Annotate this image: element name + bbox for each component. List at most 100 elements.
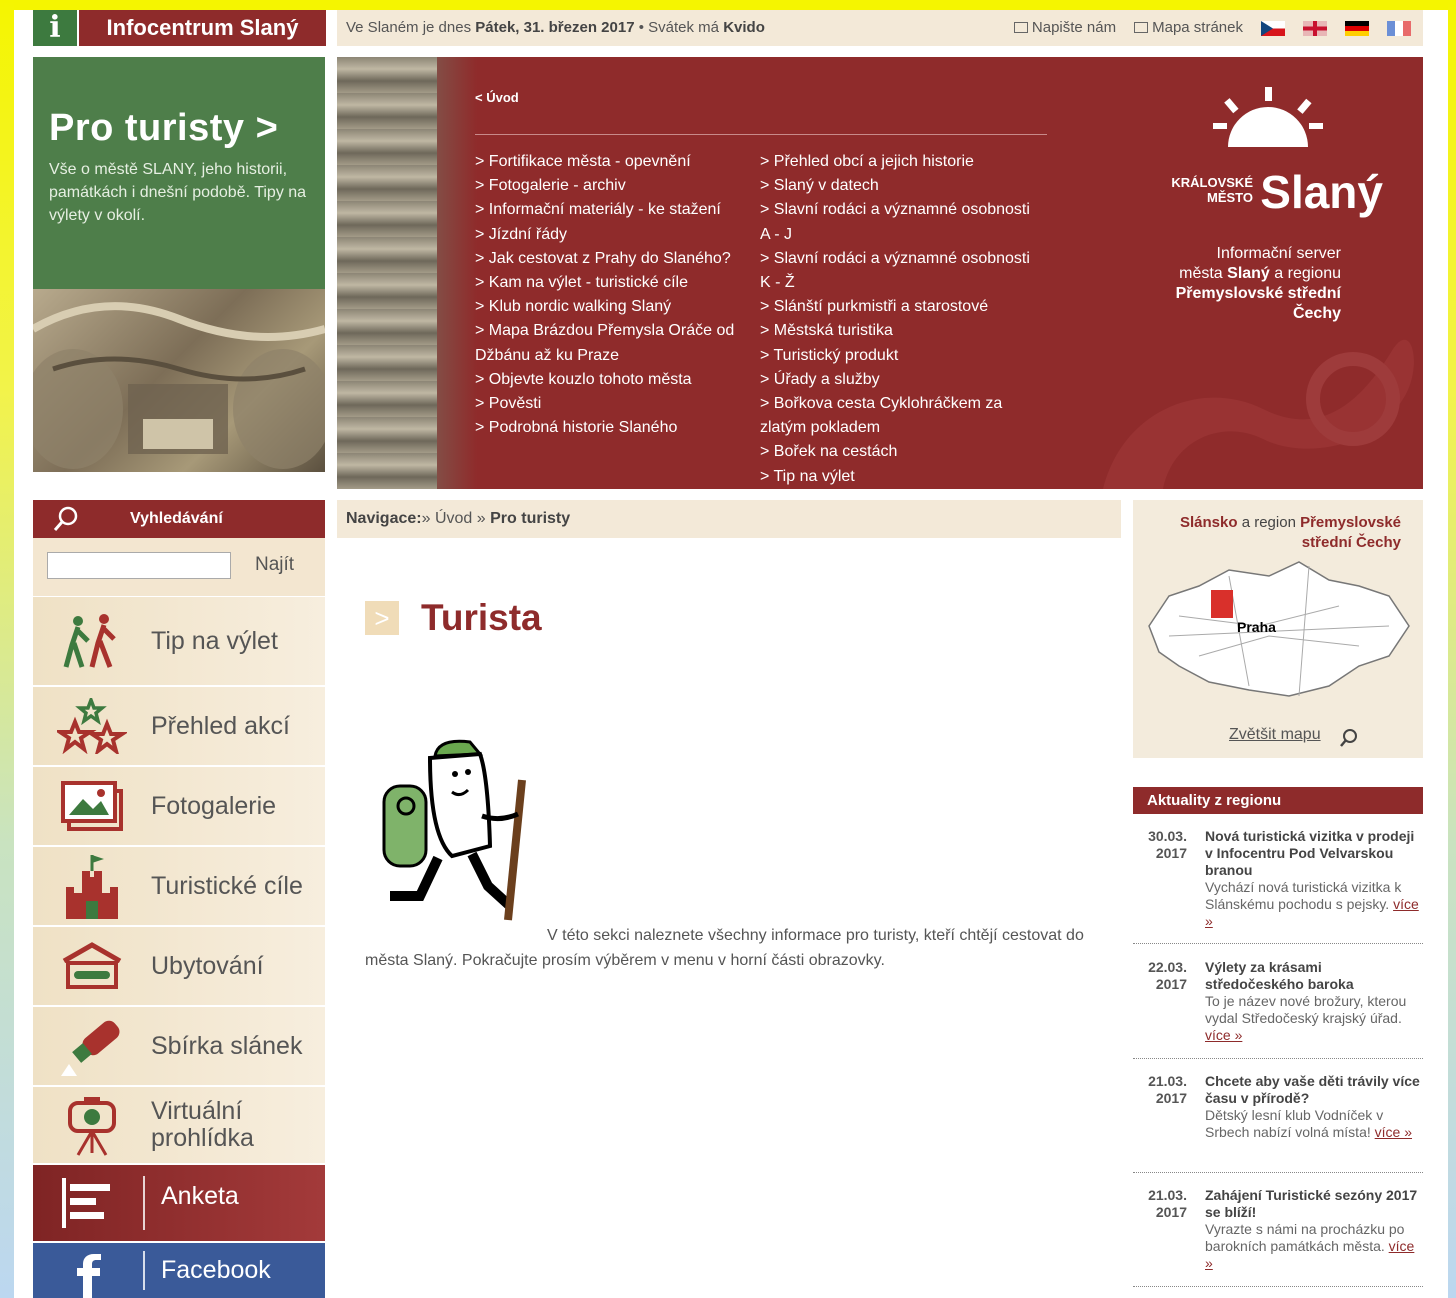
flag-de-icon[interactable] <box>1345 20 1369 36</box>
search-form: Najít <box>33 538 325 596</box>
camera-tripod-icon <box>33 1093 151 1157</box>
hero-menu-link[interactable]: > Fortifikace města - opevnění <box>475 150 760 174</box>
hero-menu-link[interactable]: > Objevte kouzlo tohoto města <box>475 368 760 392</box>
frame-top <box>0 0 1456 10</box>
info-logo-icon[interactable]: i <box>33 10 77 46</box>
side-item-label: Virtuální prohlídka <box>151 1097 254 1152</box>
flag-uk-icon[interactable] <box>1303 20 1327 36</box>
hero-menu-link[interactable]: > Bořek na cestách <box>760 440 1040 464</box>
promo-text: Vše o městě SLANY, jeho historii, památk… <box>49 161 307 224</box>
map-title: Slánsko a region Přemyslovské střední Če… <box>1180 514 1401 551</box>
photo-icon <box>33 781 151 831</box>
search-title: Vyhledávání <box>130 510 223 527</box>
hero-menu-link[interactable]: > Bořkova cesta Cyklohráčkem za zlatým p… <box>760 392 1040 440</box>
news-item: 21.03. 2017 Chcete aby vaše děti trávily… <box>1133 1073 1423 1173</box>
hero-menu-link[interactable]: > Slaný v datech <box>760 174 1040 198</box>
breadcrumb-prefix: Navigace: <box>346 510 422 527</box>
write-us-link[interactable]: Napište nám <box>1013 10 1117 46</box>
side-item-turisticke-cile[interactable]: Turistické cíle <box>33 847 325 927</box>
hero-menu-link[interactable]: > Informační materiály - ke stažení <box>475 198 760 222</box>
site-logo[interactable]: Infocentrum Slaný <box>79 10 326 46</box>
side-item-ubytovani[interactable]: Ubytování <box>33 927 325 1007</box>
hero-menu-left: > Fortifikace města - opevnění > Fotogale… <box>475 150 760 440</box>
stars-icon <box>33 698 151 754</box>
title-arrow-icon: > <box>365 601 399 635</box>
magnifier-icon[interactable] <box>1339 728 1359 748</box>
side-item-label: Facebook <box>161 1256 271 1284</box>
back-home-link[interactable]: < Úvod <box>475 90 519 105</box>
breadcrumb-sep: » <box>421 510 431 527</box>
hero-menu-link[interactable]: > Mapa Brázdou Přemysla Oráče od Džbánu … <box>475 319 760 367</box>
flag-cz-icon[interactable] <box>1261 20 1285 36</box>
flag-fr-icon[interactable] <box>1387 20 1411 36</box>
nameday-prefix: Svátek má <box>648 19 720 36</box>
side-item-fotogalerie[interactable]: Fotogalerie <box>33 767 325 847</box>
date-prefix: Ve Slaném je dnes <box>346 19 472 36</box>
news-item: 21.03. 2017 Zahájení Turistické sezóny 2… <box>1133 1187 1423 1287</box>
side-item-label: Turistické cíle <box>151 871 303 900</box>
hero-menu-link[interactable]: > Tip na výlet <box>760 465 1040 489</box>
hikers-icon <box>33 613 151 669</box>
write-us-label: Napište nám <box>1031 19 1117 36</box>
hero-menu-link[interactable]: > Přehled obcí a jejich historie <box>760 150 1040 174</box>
czech-map[interactable]: Praha <box>1139 556 1419 716</box>
breadcrumb-sep: » <box>476 510 486 527</box>
search-input[interactable] <box>47 552 231 579</box>
hero-menu-link[interactable]: > Kam na výlet - turistické cíle <box>475 271 760 295</box>
news-title[interactable]: Chcete aby vaše děti trávily více času v… <box>1205 1073 1420 1107</box>
sitemap-icon <box>1134 22 1149 33</box>
news-title[interactable]: Zahájení Turistické sezóny 2017 se blíží… <box>1205 1187 1420 1221</box>
region-map-box: Slánsko a region Přemyslovské střední Če… <box>1133 500 1423 758</box>
promo-title: Pro turisty > <box>49 107 279 149</box>
hero-menu-link[interactable]: > Slavní rodáci a významné osobnosti A -… <box>760 198 1040 246</box>
news-item: 22.03. 2017 Výlety za krásami středočesk… <box>1133 959 1423 1059</box>
page-heading: > Turista <box>365 597 542 639</box>
magnifier-icon <box>53 506 78 531</box>
side-item-facebook[interactable]: Facebook <box>33 1243 325 1298</box>
top-links: Napište nám Mapa stránek <box>1013 10 1411 46</box>
promo-relief-image <box>33 289 325 472</box>
hero-menu-link[interactable]: > Úřady a služby <box>760 368 1040 392</box>
hero-menu-link[interactable]: > Klub nordic walking Slaný <box>475 295 760 319</box>
poll-icon <box>33 1176 143 1230</box>
tourist-promo[interactable]: Pro turisty > Vše o městě SLANY, jeho hi… <box>33 57 325 289</box>
sitemap-link[interactable]: Mapa stránek <box>1134 10 1243 46</box>
side-item-sbirka-slanek[interactable]: Sbírka slánek <box>33 1007 325 1087</box>
hero-menu-link[interactable]: > Podrobná historie Slaného <box>475 416 760 440</box>
sun-logo-icon <box>1213 87 1323 147</box>
news-date: 22.03. 2017 <box>1148 959 1187 992</box>
hero-menu-link[interactable]: > Slánští purkmistři a starostové <box>760 295 1040 319</box>
enlarge-map-link[interactable]: Zvětšit mapu <box>1229 726 1321 744</box>
news-text: To je název nové brožury, kterou vydal S… <box>1205 993 1407 1026</box>
side-item-virtualni-prohlidka[interactable]: Virtuální prohlídka <box>33 1087 325 1165</box>
hero-menu-panel: < Úvod > Fortifikace města - opevnění > F… <box>337 57 1423 489</box>
news-title[interactable]: Nová turistická vizitka v prodeji v Info… <box>1205 828 1420 879</box>
breadcrumb-home[interactable]: Úvod <box>435 510 472 527</box>
search-button[interactable]: Najít <box>255 554 294 576</box>
hero-menu-link[interactable]: > Jízdní řády <box>475 223 760 247</box>
news-title[interactable]: Výlety za krásami středočeského baroka <box>1205 959 1420 993</box>
hero-menu-link[interactable]: > Fotogalerie - archiv <box>475 174 760 198</box>
divider <box>143 1176 145 1230</box>
hero-menu-link[interactable]: > Městská turistika <box>760 319 1040 343</box>
current-date: Pátek, 31. březen 2017 <box>475 19 635 36</box>
facebook-icon <box>33 1254 143 1298</box>
side-item-label: Ubytování <box>151 951 264 980</box>
news-more-link[interactable]: více » <box>1375 1124 1412 1140</box>
side-item-prehled-akci[interactable]: Přehled akcí <box>33 687 325 767</box>
nameday: Kvido <box>723 19 765 36</box>
separator: • <box>638 19 644 36</box>
hero-menu-link[interactable]: > Slavní rodáci a významné osobnosti K -… <box>760 247 1040 295</box>
slany-brand[interactable]: KRÁLOVSKÉ MĚSTO Slaný Informační server m… <box>1143 87 1383 327</box>
news-text: Vyrazte s námi na procházku po barokních… <box>1205 1221 1405 1254</box>
hero-menu-link[interactable]: > Pověsti <box>475 392 760 416</box>
news-more-link[interactable]: více » <box>1205 1027 1242 1043</box>
side-item-tip-na-vylet[interactable]: Tip na výlet <box>33 597 325 687</box>
hero-menu-link[interactable]: > Jak cestovat z Prahy do Slaného? <box>475 247 760 271</box>
page-title: Turista <box>421 597 542 638</box>
brand-name: Slaný <box>1260 166 1383 218</box>
hero-menu-link[interactable]: > Turistický produkt <box>760 344 1040 368</box>
side-item-anketa[interactable]: Anketa <box>33 1165 325 1243</box>
map-city-label: Praha <box>1237 619 1276 635</box>
envelope-icon <box>1013 22 1028 33</box>
